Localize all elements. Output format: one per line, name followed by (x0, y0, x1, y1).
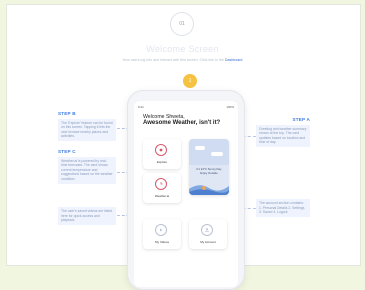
greeting-headline: Awesome Weather, isn't it? (143, 120, 221, 127)
compass-icon (155, 144, 167, 156)
callout-body: The 'Explore' feature can be found on th… (58, 118, 116, 141)
greeting: Welcome Shweta, Awesome Weather, isn't i… (143, 114, 233, 126)
tile-label: My Videos (155, 240, 169, 244)
callout-body: The user's saved videos are listed here … (58, 207, 116, 225)
callout-heading: STEP A (292, 117, 310, 122)
callout-body: Greeting and weather summary shown at th… (256, 124, 310, 147)
phone-mockup: 1 9:41 100% Welcome Shweta, Awesome Weat… (127, 74, 245, 290)
callout-body: The account section contains: 1. Persona… (256, 199, 310, 217)
tile-label: My Account (200, 240, 216, 244)
weather-card[interactable]: It's 24°C Sunny Day Enjoy Outside (189, 139, 229, 195)
cloud-icon (211, 152, 223, 156)
subtitle-text: How users log into and interact with thi… (122, 58, 224, 62)
cloud-icon (195, 146, 205, 150)
battery-level: 100% (226, 105, 234, 109)
account-tile[interactable]: My Account (189, 219, 227, 249)
phone-screen: 9:41 100% Welcome Shweta, Awesome Weathe… (134, 101, 238, 287)
weather-ai-tile[interactable]: Weather.ai (143, 173, 181, 203)
explore-tile[interactable]: Explore (143, 139, 181, 169)
video-icon (155, 224, 167, 236)
callout-step-e: The account section contains: 1. Persona… (256, 197, 310, 217)
tile-label: Explore (156, 160, 168, 164)
status-time: 9:41 (138, 105, 144, 109)
callout-body: Weather.ai is powered by real-time forec… (58, 156, 116, 184)
callout-heading: STEP B (58, 111, 76, 116)
dashboard-link[interactable]: Dashboard (225, 58, 243, 62)
step-number-badge: 01 (170, 12, 194, 36)
callout-step-a: STEP A Greeting and weather summary show… (256, 117, 310, 147)
status-bar: 9:41 100% (138, 105, 234, 110)
callout-heading: STEP C (58, 149, 76, 154)
user-icon (201, 224, 213, 236)
weather-card-text: It's 24°C Sunny Day Enjoy Outside (189, 167, 229, 175)
hills-illustration (189, 185, 229, 195)
weather-tip: Enjoy Outside (200, 170, 218, 175)
callout-step-b: STEP B The 'Explore' feature can be foun… (58, 111, 116, 141)
timer-icon (155, 178, 167, 190)
step-marker: 1 (183, 74, 197, 88)
videos-tile[interactable]: My Videos (143, 219, 181, 249)
callout-step-c: STEP C Weather.ai is powered by real-tim… (58, 149, 116, 184)
callout-step-d: The user's saved videos are listed here … (58, 205, 116, 225)
phone-frame: 9:41 100% Welcome Shweta, Awesome Weathe… (127, 90, 245, 290)
tile-label: Weather.ai (154, 194, 170, 198)
page-title: Welcome Screen (146, 44, 219, 54)
page-subtitle: How users log into and interact with thi… (0, 58, 365, 62)
weather-sky (189, 139, 229, 165)
